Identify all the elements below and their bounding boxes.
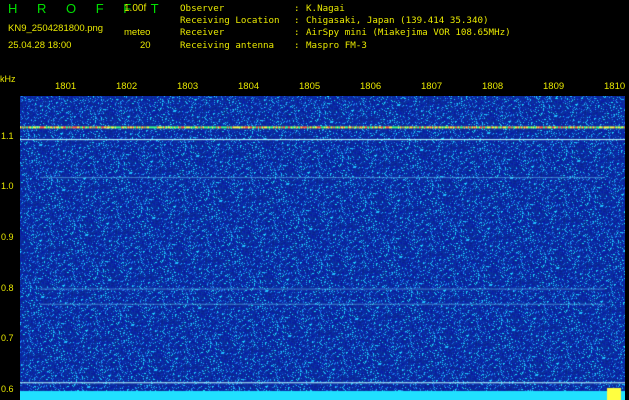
x-tick-label: 1810: [604, 81, 626, 92]
version-label: 1.00f: [124, 3, 147, 14]
meteo-label: meteo: [124, 27, 151, 38]
x-tick-label: 1801: [55, 81, 77, 92]
x-tick-label: 1806: [360, 81, 382, 92]
meteo-value: 20: [140, 40, 151, 51]
header-panel: H R O F F T 1.00f KN9_2504281800.png met…: [0, 0, 629, 72]
y-axis-unit: kHz: [0, 74, 16, 84]
y-tick-label: 0.8: [1, 282, 14, 293]
spectrogram-canvas: [20, 96, 625, 400]
info-row-observer: Observer: K.Nagai: [180, 3, 345, 14]
y-tick-label: 0.6: [1, 383, 14, 394]
datetime-label: 25.04.28 18:00: [8, 40, 72, 51]
x-tick-label: 1805: [299, 81, 321, 92]
file-name: KN9_2504281800.png: [8, 23, 104, 34]
x-tick-label: 1809: [543, 81, 565, 92]
y-tick-label: 0.9: [1, 231, 14, 242]
info-row-location: Receiving Location: Chigasaki, Japan (139…: [180, 15, 489, 27]
y-tick-label: 1.0: [1, 181, 14, 192]
info-row-receiver: Receiver: AirSpy mini (Miakejima VOR 108.…: [180, 27, 511, 39]
waterfall-plot: kHz 1801 1802 1803 1804 1805 1806 1807 1808 1809…: [0, 72, 629, 400]
x-tick-label: 1807: [421, 81, 443, 92]
x-tick-label: 1803: [177, 81, 199, 92]
x-tick-label: 1808: [482, 81, 504, 92]
x-tick-label: 1804: [238, 81, 260, 92]
y-tick-label: 0.7: [1, 333, 14, 344]
station-info: Observer: K.Nagai Receiving Location: Chig…: [180, 3, 511, 52]
y-tick-label: 1.1: [1, 130, 14, 141]
x-tick-label: 1802: [116, 81, 138, 92]
info-row-antenna: Receiving antenna: Maspro FM-3: [180, 39, 367, 51]
